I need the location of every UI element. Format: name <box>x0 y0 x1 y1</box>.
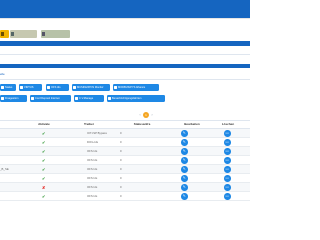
pencil-icon[interactable]: ✎ <box>181 184 188 191</box>
top-bar-divider <box>0 18 250 19</box>
doc-icon <box>75 96 79 101</box>
section-bar <box>0 41 250 46</box>
pager-prev-icon[interactable]: ‹ <box>138 112 142 118</box>
pencil-icon[interactable]: ✎ <box>181 157 188 164</box>
table-row: ✔ OFS Ids 0 ✎ ▭ <box>0 147 250 156</box>
doc-icon <box>20 85 24 90</box>
pencil-icon[interactable]: ✎ <box>181 130 188 137</box>
divider <box>0 54 250 55</box>
column-header-edit: Bearbeiten <box>184 122 200 126</box>
column-header-active: Aktivate <box>38 122 50 126</box>
row-status: 0 <box>120 149 122 153</box>
doc-icon <box>114 85 118 90</box>
row-status: 0 <box>120 167 122 171</box>
pencil-icon[interactable]: ✎ <box>181 193 188 200</box>
row-driver: OFS Ids <box>87 176 98 180</box>
row-driver: OFS Ids <box>87 185 98 189</box>
column-header-name <box>0 121 16 128</box>
row-driver: OFS Ids <box>87 158 98 162</box>
trash-icon[interactable]: ▭ <box>224 130 231 137</box>
chip-modbus[interactable]: MODBUS/PYS Alhance <box>113 84 159 91</box>
chip-virtus[interactable]: VIRTUS <box>19 84 42 91</box>
row-driver: IOT-ISP Bypass <box>87 131 107 135</box>
row-status: 0 <box>120 158 122 162</box>
row-status: 0 <box>120 131 122 135</box>
trash-icon[interactable]: ▭ <box>224 166 231 173</box>
table-row: ✔ DOG-Ids 0 ✎ ▭ <box>0 138 250 147</box>
column-header-status: Statusanfra <box>133 122 151 126</box>
trash-icon[interactable]: ▭ <box>224 139 231 146</box>
row-name: _B_SE <box>0 167 9 171</box>
chip-finagestion[interactable]: Finagestion <box>0 95 27 102</box>
pencil-icon[interactable]: ✎ <box>181 166 188 173</box>
toolbar-button-1[interactable] <box>0 30 9 38</box>
row-status: 0 <box>120 140 122 144</box>
check-icon: ✔ <box>42 149 46 154</box>
toolbar-icon <box>1 32 4 36</box>
chip-status[interactable]: Status <box>0 84 16 91</box>
cross-icon: ✘ <box>42 185 46 190</box>
toolbar-button-3[interactable] <box>41 30 70 38</box>
chip-ofs-ids[interactable]: OFS Ids <box>46 84 69 91</box>
trash-icon[interactable]: ▭ <box>224 193 231 200</box>
chip-benachrichtigung[interactable]: Benachrichtigungsfahrten <box>107 95 165 102</box>
table-row: ✔ IOT-ISP Bypass 0 ✎ ▭ <box>0 129 250 138</box>
trash-icon[interactable]: ▭ <box>224 184 231 191</box>
column-header-delete: Löschen <box>221 122 235 126</box>
table-row: ✔ OFS Ids 0 ✎ ▭ <box>0 156 250 165</box>
top-bar <box>0 0 250 18</box>
pager-next-icon[interactable]: › <box>150 112 154 118</box>
doc-icon <box>31 96 35 101</box>
doc-icon <box>108 96 112 101</box>
check-icon: ✔ <box>42 140 46 145</box>
chip-cv-manage[interactable]: C.V.Manage <box>74 95 104 102</box>
table-row: ✔ OFS Ids 0 ✎ ▭ <box>0 174 250 183</box>
row-driver: DOG-Ids <box>87 140 99 144</box>
pencil-icon[interactable]: ✎ <box>181 148 188 155</box>
trash-icon[interactable]: ▭ <box>224 157 231 164</box>
pencil-icon[interactable]: ✎ <box>181 175 188 182</box>
check-icon: ✔ <box>42 176 46 181</box>
trash-icon[interactable]: ▭ <box>224 175 231 182</box>
pager-current-page[interactable]: 1 <box>143 112 149 118</box>
row-driver: OFS Ids <box>87 167 98 171</box>
check-icon: ✔ <box>42 167 46 172</box>
chip-conf-deposit[interactable]: Conf.Deposit Internet <box>30 95 71 102</box>
toolbar-icon <box>42 32 45 36</box>
row-status: 0 <box>120 185 122 189</box>
table-row: ✘ OFS Ids 0 ✎ ▭ <box>0 183 250 192</box>
toolbar-button-2[interactable] <box>10 30 37 38</box>
column-header-driver: Treiber <box>83 122 94 126</box>
table-row: ✔ OFS Ids 0 ✎ ▭ <box>0 192 250 201</box>
toolbar-icon <box>11 32 14 36</box>
row-status: 0 <box>120 194 122 198</box>
check-icon: ✔ <box>42 158 46 163</box>
doc-icon <box>73 85 77 90</box>
doc-icon <box>47 85 51 90</box>
chip-musikexpos[interactable]: MUSIKEXPOS Monitor <box>72 84 110 91</box>
doc-icon <box>1 96 5 101</box>
row-status: 0 <box>120 176 122 180</box>
check-icon: ✔ <box>42 131 46 136</box>
doc-icon <box>1 85 5 90</box>
trash-icon[interactable]: ▭ <box>224 148 231 155</box>
divider <box>0 79 250 80</box>
section-label: elle <box>0 72 5 76</box>
section-bar <box>0 64 250 68</box>
table-row: _B_SE ✔ OFS Ids 0 ✎ ▭ <box>0 165 250 174</box>
check-icon: ✔ <box>42 194 46 199</box>
pencil-icon[interactable]: ✎ <box>181 139 188 146</box>
row-driver: OFS Ids <box>87 194 98 198</box>
row-driver: OFS Ids <box>87 149 98 153</box>
